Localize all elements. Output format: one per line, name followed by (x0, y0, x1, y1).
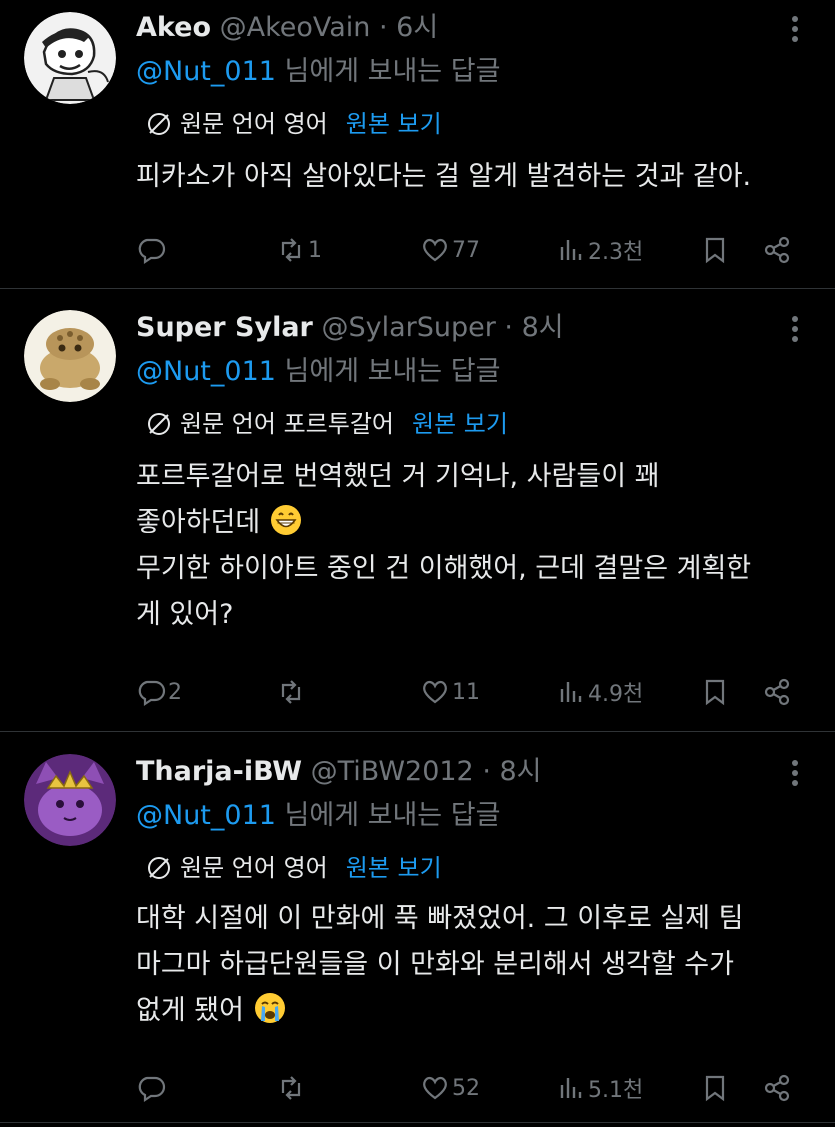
divider (0, 288, 835, 289)
share-icon[interactable] (762, 230, 792, 270)
tweet-text-line: 게 있어? (136, 599, 234, 630)
share-icon[interactable] (762, 672, 792, 712)
reply-mention[interactable]: @Nut_011 (136, 356, 276, 387)
reply-mention[interactable]: @Nut_011 (136, 800, 276, 831)
show-original-link[interactable]: 원본 보기 (346, 110, 442, 138)
reply-context: @Nut_011 님에게 보내는 답글 (136, 354, 500, 390)
tweet-text-line: 좋아하던데 (136, 507, 261, 538)
reply-count: 2 (168, 679, 182, 705)
view-count: 4.9천 (588, 682, 644, 707)
tweet-text-line: 무기한 하이아트 중인 건 이해했어, 근데 결말은 계획한 (136, 553, 752, 584)
user-handle[interactable]: @TiBW2012 (311, 756, 474, 787)
grin-emoji-icon (269, 503, 303, 537)
timestamp[interactable]: · 8시 (482, 756, 541, 787)
display-name[interactable]: Akeo (136, 12, 211, 43)
avatar[interactable] (24, 754, 116, 846)
like-button[interactable]: 52 (420, 1068, 480, 1108)
tweet-text-line: 없게 됐어 (136, 995, 244, 1026)
reply-icon (138, 680, 166, 707)
display-name[interactable]: Tharja-iBW (136, 756, 302, 787)
reply-suffix: 님에게 보내는 답글 (275, 356, 501, 387)
like-icon (423, 238, 447, 262)
reply-suffix: 님에게 보내는 답글 (275, 800, 501, 831)
translation-label: 원문 언어 포르투갈어 (180, 410, 394, 438)
reply-button[interactable] (136, 230, 168, 270)
tweet-text: 대학 시절에 이 만화에 푹 빠졌었어. 그 이후로 실제 팀 마그마 하급단원… (136, 896, 816, 1034)
more-icon[interactable] (783, 14, 807, 44)
globe-slash-icon (146, 111, 172, 137)
timestamp[interactable]: · 8시 (504, 312, 563, 343)
retweet-icon (281, 680, 301, 704)
views-button[interactable]: 2.3천 (556, 230, 643, 270)
divider (0, 731, 835, 732)
tweet-2[interactable]: Super Sylar @SylarSuper · 8시 @Nut_011 님에… (0, 306, 835, 726)
translation-label: 원문 언어 영어 (180, 110, 328, 138)
action-bar: 52 5.1천 (136, 1068, 806, 1108)
reply-icon (138, 238, 166, 265)
reply-context: @Nut_011 님에게 보내는 답글 (136, 54, 500, 90)
globe-slash-icon (146, 411, 172, 437)
bookmark-icon[interactable] (700, 230, 730, 270)
like-button[interactable]: 11 (420, 672, 480, 712)
reply-suffix: 님에게 보내는 답글 (275, 56, 501, 87)
more-icon[interactable] (783, 758, 807, 788)
action-bar: 1 77 2.3천 (136, 230, 806, 270)
retweet-button[interactable]: 1 (276, 230, 322, 270)
reply-mention[interactable]: @Nut_011 (136, 56, 276, 87)
tweet-text-line: 대학 시절에 이 만화에 푹 빠졌었어. 그 이후로 실제 팀 (136, 903, 744, 934)
tweet-header: Tharja-iBW @TiBW2012 · 8시 (136, 754, 542, 790)
tweet-text-line: 피카소가 아직 살아있다는 걸 알게 발견하는 것과 같아. (136, 161, 752, 192)
views-icon (560, 1078, 582, 1098)
action-bar: 2 11 4.9천 (136, 672, 806, 712)
views-button[interactable]: 5.1천 (556, 1068, 643, 1108)
tweet-header: Super Sylar @SylarSuper · 8시 (136, 310, 564, 346)
globe-slash-icon (146, 855, 172, 881)
views-icon (560, 682, 582, 702)
reply-button[interactable] (136, 1068, 168, 1108)
tweet-text-line: 마그마 하급단원들을 이 만화와 분리해서 생각할 수가 (136, 949, 734, 980)
reply-icon (138, 1076, 166, 1103)
translation-bar: 원문 언어 영어 원본 보기 (146, 852, 442, 884)
retweet-icon (281, 1076, 301, 1100)
retweet-count: 1 (308, 237, 322, 263)
translation-label: 원문 언어 영어 (180, 854, 328, 882)
reply-context: @Nut_011 님에게 보내는 답글 (136, 798, 500, 834)
tweet-text: 포르투갈어로 번역했던 거 기억나, 사람들이 꽤 좋아하던데 무기한 하이아트… (136, 454, 816, 638)
share-icon[interactable] (762, 1068, 792, 1108)
divider (0, 1122, 835, 1123)
like-button[interactable]: 77 (420, 230, 480, 270)
views-button[interactable]: 4.9천 (556, 672, 643, 712)
like-count: 77 (452, 237, 480, 263)
bookmark-icon[interactable] (700, 1068, 730, 1108)
more-icon[interactable] (783, 314, 807, 344)
user-handle[interactable]: @AkeoVain (220, 12, 371, 43)
retweet-button[interactable] (276, 672, 308, 712)
view-count: 5.1천 (588, 1078, 644, 1103)
tweet-3[interactable]: Tharja-iBW @TiBW2012 · 8시 @Nut_011 님에게 보… (0, 750, 835, 1110)
views-icon (560, 240, 582, 260)
like-count: 11 (452, 679, 480, 705)
tweet-text-line: 포르투갈어로 번역했던 거 기억나, 사람들이 꽤 (136, 461, 660, 492)
display-name[interactable]: Super Sylar (136, 312, 313, 343)
like-icon (423, 680, 447, 704)
timestamp[interactable]: · 6시 (379, 12, 438, 43)
like-icon (423, 1076, 447, 1100)
like-count: 52 (452, 1075, 480, 1101)
avatar[interactable] (24, 12, 116, 104)
show-original-link[interactable]: 원본 보기 (412, 410, 508, 438)
translation-bar: 원문 언어 영어 원본 보기 (146, 108, 442, 140)
reply-button[interactable]: 2 (136, 672, 182, 712)
view-count: 2.3천 (588, 240, 644, 265)
retweet-button[interactable] (276, 1068, 308, 1108)
retweet-icon (281, 238, 301, 262)
tweet-text: 피카소가 아직 살아있다는 걸 알게 발견하는 것과 같아. (136, 154, 816, 200)
crying-emoji-icon (253, 991, 287, 1025)
avatar[interactable] (24, 310, 116, 402)
tweet-header: Akeo @AkeoVain · 6시 (136, 10, 438, 46)
tweet-1[interactable]: Akeo @AkeoVain · 6시 @Nut_011 님에게 보내는 답글 … (0, 6, 835, 288)
user-handle[interactable]: @SylarSuper (321, 312, 495, 343)
translation-bar: 원문 언어 포르투갈어 원본 보기 (146, 408, 508, 440)
show-original-link[interactable]: 원본 보기 (346, 854, 442, 882)
bookmark-icon[interactable] (700, 672, 730, 712)
